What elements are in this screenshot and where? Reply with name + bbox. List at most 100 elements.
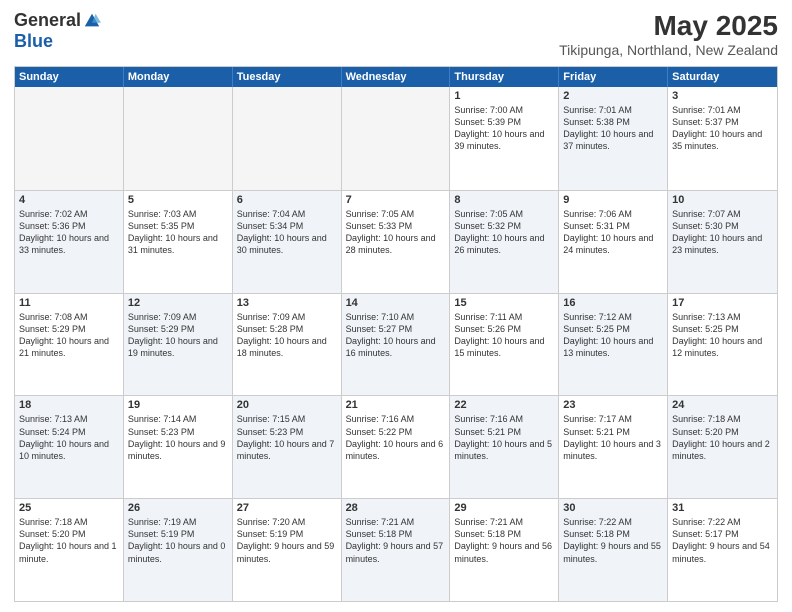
cell-w1-sat: 3 Sunrise: 7:01 AM Sunset: 5:37 PM Dayli… <box>668 87 777 190</box>
day-number: 15 <box>454 297 554 309</box>
logo-general-text: General <box>14 10 81 31</box>
day-number: 5 <box>128 194 228 206</box>
cell-w1-sun <box>15 87 124 190</box>
header: General Blue May 2025 Tikipunga, Northla… <box>14 10 778 58</box>
day-info: Sunrise: 7:13 AM Sunset: 5:25 PM Dayligh… <box>672 311 773 360</box>
day-number: 28 <box>346 502 446 514</box>
header-thursday: Thursday <box>450 67 559 87</box>
week-row-4: 18 Sunrise: 7:13 AM Sunset: 5:24 PM Dayl… <box>15 395 777 498</box>
calendar-body: 1 Sunrise: 7:00 AM Sunset: 5:39 PM Dayli… <box>15 87 777 601</box>
cell-w2-mon: 5 Sunrise: 7:03 AM Sunset: 5:35 PM Dayli… <box>124 191 233 293</box>
calendar: Sunday Monday Tuesday Wednesday Thursday… <box>14 66 778 602</box>
day-info: Sunrise: 7:18 AM Sunset: 5:20 PM Dayligh… <box>672 413 773 462</box>
cell-w2-fri: 9 Sunrise: 7:06 AM Sunset: 5:31 PM Dayli… <box>559 191 668 293</box>
day-number: 19 <box>128 399 228 411</box>
cell-w5-tue: 27 Sunrise: 7:20 AM Sunset: 5:19 PM Dayl… <box>233 499 342 601</box>
cell-w1-fri: 2 Sunrise: 7:01 AM Sunset: 5:38 PM Dayli… <box>559 87 668 190</box>
day-number: 13 <box>237 297 337 309</box>
day-number: 10 <box>672 194 773 206</box>
cell-w5-fri: 30 Sunrise: 7:22 AM Sunset: 5:18 PM Dayl… <box>559 499 668 601</box>
day-info: Sunrise: 7:12 AM Sunset: 5:25 PM Dayligh… <box>563 311 663 360</box>
day-info: Sunrise: 7:13 AM Sunset: 5:24 PM Dayligh… <box>19 413 119 462</box>
day-number: 3 <box>672 90 773 102</box>
cell-w5-sun: 25 Sunrise: 7:18 AM Sunset: 5:20 PM Dayl… <box>15 499 124 601</box>
cell-w1-tue <box>233 87 342 190</box>
day-number: 27 <box>237 502 337 514</box>
day-info: Sunrise: 7:01 AM Sunset: 5:37 PM Dayligh… <box>672 104 773 153</box>
cell-w3-wed: 14 Sunrise: 7:10 AM Sunset: 5:27 PM Dayl… <box>342 294 451 396</box>
day-info: Sunrise: 7:09 AM Sunset: 5:29 PM Dayligh… <box>128 311 228 360</box>
day-info: Sunrise: 7:03 AM Sunset: 5:35 PM Dayligh… <box>128 208 228 257</box>
logo-icon <box>83 12 101 30</box>
day-number: 23 <box>563 399 663 411</box>
day-info: Sunrise: 7:11 AM Sunset: 5:26 PM Dayligh… <box>454 311 554 360</box>
day-info: Sunrise: 7:21 AM Sunset: 5:18 PM Dayligh… <box>346 516 446 565</box>
day-info: Sunrise: 7:16 AM Sunset: 5:21 PM Dayligh… <box>454 413 554 462</box>
cell-w3-tue: 13 Sunrise: 7:09 AM Sunset: 5:28 PM Dayl… <box>233 294 342 396</box>
cell-w4-fri: 23 Sunrise: 7:17 AM Sunset: 5:21 PM Dayl… <box>559 396 668 498</box>
day-info: Sunrise: 7:07 AM Sunset: 5:30 PM Dayligh… <box>672 208 773 257</box>
day-number: 6 <box>237 194 337 206</box>
day-info: Sunrise: 7:17 AM Sunset: 5:21 PM Dayligh… <box>563 413 663 462</box>
day-number: 11 <box>19 297 119 309</box>
cell-w1-wed <box>342 87 451 190</box>
day-info: Sunrise: 7:16 AM Sunset: 5:22 PM Dayligh… <box>346 413 446 462</box>
cell-w5-sat: 31 Sunrise: 7:22 AM Sunset: 5:17 PM Dayl… <box>668 499 777 601</box>
day-number: 8 <box>454 194 554 206</box>
day-info: Sunrise: 7:09 AM Sunset: 5:28 PM Dayligh… <box>237 311 337 360</box>
cell-w4-sun: 18 Sunrise: 7:13 AM Sunset: 5:24 PM Dayl… <box>15 396 124 498</box>
day-number: 9 <box>563 194 663 206</box>
day-number: 14 <box>346 297 446 309</box>
cell-w1-thu: 1 Sunrise: 7:00 AM Sunset: 5:39 PM Dayli… <box>450 87 559 190</box>
cell-w2-tue: 6 Sunrise: 7:04 AM Sunset: 5:34 PM Dayli… <box>233 191 342 293</box>
day-number: 4 <box>19 194 119 206</box>
cell-w2-sun: 4 Sunrise: 7:02 AM Sunset: 5:36 PM Dayli… <box>15 191 124 293</box>
month-year: May 2025 <box>559 10 778 42</box>
cell-w5-thu: 29 Sunrise: 7:21 AM Sunset: 5:18 PM Dayl… <box>450 499 559 601</box>
day-info: Sunrise: 7:06 AM Sunset: 5:31 PM Dayligh… <box>563 208 663 257</box>
header-sunday: Sunday <box>15 67 124 87</box>
day-info: Sunrise: 7:20 AM Sunset: 5:19 PM Dayligh… <box>237 516 337 565</box>
header-tuesday: Tuesday <box>233 67 342 87</box>
day-number: 12 <box>128 297 228 309</box>
cell-w4-sat: 24 Sunrise: 7:18 AM Sunset: 5:20 PM Dayl… <box>668 396 777 498</box>
day-info: Sunrise: 7:04 AM Sunset: 5:34 PM Dayligh… <box>237 208 337 257</box>
day-info: Sunrise: 7:22 AM Sunset: 5:17 PM Dayligh… <box>672 516 773 565</box>
day-number: 2 <box>563 90 663 102</box>
day-info: Sunrise: 7:01 AM Sunset: 5:38 PM Dayligh… <box>563 104 663 153</box>
cell-w3-mon: 12 Sunrise: 7:09 AM Sunset: 5:29 PM Dayl… <box>124 294 233 396</box>
page: General Blue May 2025 Tikipunga, Northla… <box>0 0 792 612</box>
cell-w3-thu: 15 Sunrise: 7:11 AM Sunset: 5:26 PM Dayl… <box>450 294 559 396</box>
calendar-header: Sunday Monday Tuesday Wednesday Thursday… <box>15 67 777 87</box>
cell-w2-wed: 7 Sunrise: 7:05 AM Sunset: 5:33 PM Dayli… <box>342 191 451 293</box>
logo: General Blue <box>14 10 101 52</box>
cell-w4-mon: 19 Sunrise: 7:14 AM Sunset: 5:23 PM Dayl… <box>124 396 233 498</box>
day-number: 31 <box>672 502 773 514</box>
day-number: 20 <box>237 399 337 411</box>
cell-w3-sun: 11 Sunrise: 7:08 AM Sunset: 5:29 PM Dayl… <box>15 294 124 396</box>
logo-blue-text: Blue <box>14 31 53 52</box>
cell-w1-mon <box>124 87 233 190</box>
cell-w2-thu: 8 Sunrise: 7:05 AM Sunset: 5:32 PM Dayli… <box>450 191 559 293</box>
day-info: Sunrise: 7:08 AM Sunset: 5:29 PM Dayligh… <box>19 311 119 360</box>
week-row-2: 4 Sunrise: 7:02 AM Sunset: 5:36 PM Dayli… <box>15 190 777 293</box>
day-number: 21 <box>346 399 446 411</box>
week-row-3: 11 Sunrise: 7:08 AM Sunset: 5:29 PM Dayl… <box>15 293 777 396</box>
day-info: Sunrise: 7:14 AM Sunset: 5:23 PM Dayligh… <box>128 413 228 462</box>
day-number: 24 <box>672 399 773 411</box>
day-number: 16 <box>563 297 663 309</box>
day-info: Sunrise: 7:00 AM Sunset: 5:39 PM Dayligh… <box>454 104 554 153</box>
cell-w4-tue: 20 Sunrise: 7:15 AM Sunset: 5:23 PM Dayl… <box>233 396 342 498</box>
day-number: 22 <box>454 399 554 411</box>
header-monday: Monday <box>124 67 233 87</box>
cell-w2-sat: 10 Sunrise: 7:07 AM Sunset: 5:30 PM Dayl… <box>668 191 777 293</box>
day-info: Sunrise: 7:21 AM Sunset: 5:18 PM Dayligh… <box>454 516 554 565</box>
cell-w4-wed: 21 Sunrise: 7:16 AM Sunset: 5:22 PM Dayl… <box>342 396 451 498</box>
day-info: Sunrise: 7:19 AM Sunset: 5:19 PM Dayligh… <box>128 516 228 565</box>
cell-w4-thu: 22 Sunrise: 7:16 AM Sunset: 5:21 PM Dayl… <box>450 396 559 498</box>
header-saturday: Saturday <box>668 67 777 87</box>
day-number: 1 <box>454 90 554 102</box>
day-number: 7 <box>346 194 446 206</box>
day-number: 25 <box>19 502 119 514</box>
day-info: Sunrise: 7:15 AM Sunset: 5:23 PM Dayligh… <box>237 413 337 462</box>
